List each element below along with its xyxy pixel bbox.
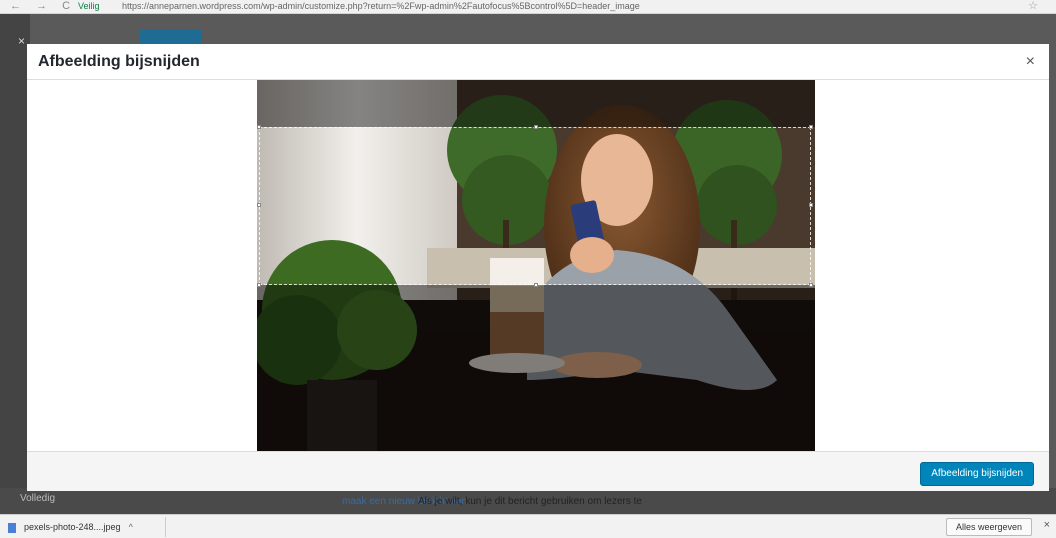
browser-nav-buttons[interactable]: ← → C (10, 0, 76, 12)
modal-body (27, 80, 1049, 451)
customizer-close-icon: × (18, 34, 26, 48)
crop-handle-sw[interactable] (257, 283, 261, 287)
crop-handle-s[interactable] (534, 283, 538, 287)
crop-overlay-top (257, 80, 815, 127)
customizer-sidebar (0, 14, 30, 514)
modal-title: Afbeelding bijsnijden (38, 53, 200, 70)
customizer-bottom-bar: Volledig maak een nieuw bericht aan Als … (0, 488, 1056, 514)
close-download-bar-icon[interactable]: × (1044, 519, 1050, 531)
crop-handle-se[interactable] (809, 283, 813, 287)
customizer-publish-button (140, 30, 202, 44)
modal-footer: Afbeelding bijsnijden (27, 451, 1049, 491)
crop-handle-nw[interactable] (257, 125, 261, 129)
show-all-downloads-button[interactable]: Alles weergeven (945, 518, 1032, 536)
crop-overlay-bottom (257, 285, 815, 451)
file-icon (8, 522, 16, 533)
crop-handle-w[interactable] (257, 203, 261, 207)
modal-header: Afbeelding bijsnijden × (27, 44, 1049, 80)
download-item[interactable]: pexels-photo-248....jpeg ^ (8, 519, 133, 535)
close-icon[interactable]: × (1026, 53, 1035, 71)
star-icon[interactable]: ☆ (1028, 0, 1038, 12)
download-separator (165, 517, 166, 537)
crop-selection[interactable] (257, 125, 813, 287)
download-file-name: pexels-photo-248....jpeg (24, 522, 121, 532)
fullscreen-label: Volledig (20, 493, 56, 504)
crop-handle-ne[interactable] (809, 125, 813, 129)
chevron-up-icon[interactable]: ^ (129, 522, 133, 532)
preview-text: Als je wilt, kun je dit bericht gebruike… (418, 496, 642, 507)
secure-label: Veilig (78, 1, 100, 11)
url-field[interactable]: https://anneparnen.wordpress.com/wp-admi… (122, 1, 640, 12)
browser-address-bar: ← → C Veilig https://anneparnen.wordpres… (0, 0, 1056, 14)
crop-image (257, 80, 815, 451)
crop-image-modal: Afbeelding bijsnijden × Afbeelding bijsn… (27, 44, 1049, 491)
download-bar: pexels-photo-248....jpeg ^ Alles weergeve… (0, 514, 1056, 538)
crop-image-button[interactable]: Afbeelding bijsnijden (920, 462, 1034, 486)
crop-handle-e[interactable] (809, 203, 813, 207)
crop-handle-n[interactable] (534, 125, 538, 129)
